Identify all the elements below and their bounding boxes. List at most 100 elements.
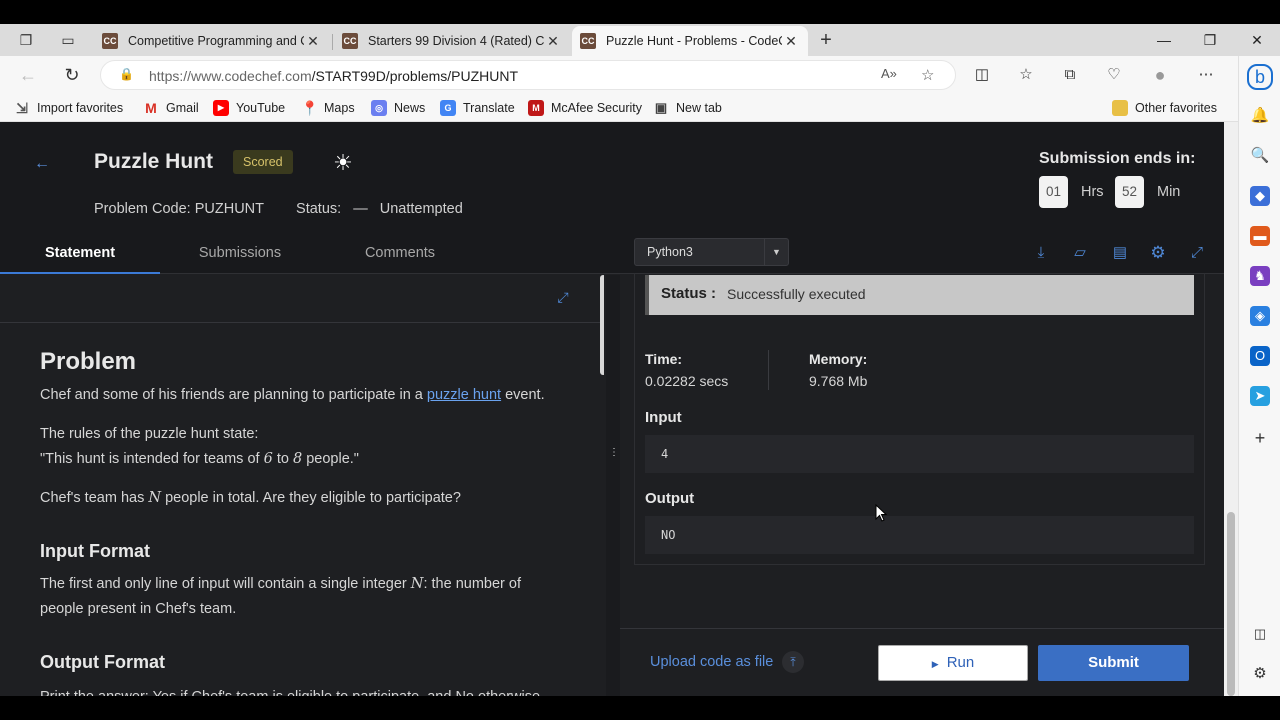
newtab-icon: ▣ xyxy=(654,100,668,115)
more-menu-icon[interactable]: ⋯ xyxy=(1194,64,1218,86)
page-scrollbar[interactable] xyxy=(1224,122,1238,696)
bing-copilot-icon[interactable]: b xyxy=(1247,64,1273,90)
close-tab-icon[interactable]: ✕ xyxy=(782,33,800,50)
import-icon: ⇲ xyxy=(16,100,28,116)
statement-toolbar: ⤢ xyxy=(0,275,604,323)
favorite-label: YouTube xyxy=(236,101,286,115)
minutes-label: Min xyxy=(1157,184,1181,200)
tab-comments[interactable]: Comments xyxy=(320,232,480,274)
statement-scrollbar[interactable] xyxy=(600,275,604,375)
codechef-favicon-icon: CC xyxy=(342,33,358,49)
panel-divider[interactable] xyxy=(606,275,620,696)
favorite-translate[interactable]: G Translate xyxy=(440,99,515,117)
language-select[interactable]: Python3 ▼ xyxy=(634,238,789,266)
run-label: Run xyxy=(946,654,975,671)
workspaces-icon[interactable]: ❐ xyxy=(17,31,35,49)
puzzle-hunt-link[interactable]: puzzle hunt xyxy=(427,387,501,403)
back-arrow-icon[interactable]: ← xyxy=(16,64,40,86)
codechef-favicon-icon: CC xyxy=(102,33,118,49)
favorite-star-icon[interactable]: ☆ xyxy=(921,66,934,84)
sidebar-settings-icon[interactable]: ⚙ xyxy=(1250,664,1270,684)
math-eight: 8 xyxy=(292,451,303,467)
favorite-label: Import favorites xyxy=(37,101,124,115)
read-aloud-icon[interactable]: A» xyxy=(881,66,897,81)
gmail-icon: M xyxy=(145,100,157,116)
statement-paragraph-2: The rules of the puzzle hunt state: "This… xyxy=(40,422,560,472)
sidebar-layout-icon[interactable]: ◫ xyxy=(1250,624,1270,644)
text: to xyxy=(272,451,293,467)
problem-tabs: Statement Submissions Comments Python3 ▼… xyxy=(0,232,1224,274)
refresh-icon[interactable]: ↻ xyxy=(60,64,84,86)
theme-toggle-sun-icon[interactable]: ☀ xyxy=(330,150,356,176)
tools-briefcase-icon[interactable]: ▬ xyxy=(1250,226,1270,246)
tab-title: Competitive Programming and Cod xyxy=(128,34,304,48)
new-tab-icon[interactable]: + xyxy=(817,30,835,50)
add-sidebar-app-icon[interactable]: + xyxy=(1250,428,1270,448)
codechef-favicon-icon: CC xyxy=(580,33,596,49)
favorite-youtube[interactable]: ▶ YouTube xyxy=(213,99,285,117)
games-icon[interactable]: ♞ xyxy=(1250,266,1270,286)
upload-icon[interactable]: ⤒ xyxy=(782,651,804,673)
problem-title: Puzzle Hunt xyxy=(94,150,213,173)
favorite-import[interactable]: ⇲ Import favorites xyxy=(14,99,123,117)
mcafee-icon: M xyxy=(528,100,544,116)
other-favorites[interactable]: Other favorites xyxy=(1112,99,1217,117)
expand-icon[interactable]: ⤢ xyxy=(553,287,573,307)
notifications-bell-icon[interactable]: 🔔 xyxy=(1250,106,1270,126)
favorites-icon[interactable]: ☆ xyxy=(1014,64,1038,86)
favorite-label: New tab xyxy=(676,101,722,115)
tab-title: Puzzle Hunt - Problems - CodeCh xyxy=(606,34,782,48)
submit-button[interactable]: Submit xyxy=(1038,645,1189,681)
scrollbar-thumb[interactable] xyxy=(1227,512,1235,696)
browser-essentials-icon[interactable]: ♡ xyxy=(1102,64,1126,86)
favorite-mcafee[interactable]: M McAfee Security xyxy=(528,99,642,117)
problem-heading: Problem xyxy=(40,348,137,375)
shopping-tag-icon[interactable]: ◆ xyxy=(1250,186,1270,206)
browser-tab-2[interactable]: CC Starters 99 Division 4 (Rated) Co ✕ xyxy=(334,26,570,56)
text: Chef's team has xyxy=(40,490,149,506)
tab-submissions[interactable]: Submissions xyxy=(160,232,320,274)
output-format-text: Print the answer: Yes if Chef's team is … xyxy=(40,685,600,696)
favorite-label: Maps xyxy=(324,101,355,115)
text: Chef and some of his friends are plannin… xyxy=(40,387,427,403)
chevron-down-icon: ▼ xyxy=(764,239,788,265)
microsoft365-icon[interactable]: ◈ xyxy=(1250,306,1270,326)
save-icon[interactable]: ▤ xyxy=(1109,242,1131,264)
window-close-icon[interactable]: ✕ xyxy=(1234,24,1280,56)
search-icon[interactable]: 🔍 xyxy=(1250,146,1270,166)
input-format-text: The first and only line of input will co… xyxy=(40,572,550,622)
send-drop-icon[interactable]: ➤ xyxy=(1250,386,1270,406)
minimize-icon[interactable]: — xyxy=(1141,24,1187,56)
browser-tab-3-active[interactable]: CC Puzzle Hunt - Problems - CodeCh ✕ xyxy=(572,26,808,56)
tab-statement[interactable]: Statement xyxy=(0,232,160,274)
url-bar[interactable]: 🔒 https://www.codechef.com/START99D/prob… xyxy=(100,60,956,90)
math-n: N xyxy=(148,490,162,506)
collections-icon[interactable]: ⧉ xyxy=(1058,64,1082,86)
favorite-maps[interactable]: 📍 Maps xyxy=(301,99,355,117)
split-screen-icon[interactable]: ◫ xyxy=(970,64,994,86)
restore-icon[interactable]: ❐ xyxy=(1187,24,1233,56)
fullscreen-icon[interactable]: ⤢ xyxy=(1186,242,1208,264)
tab-actions-icon[interactable]: ▭ xyxy=(59,31,77,49)
url-text[interactable]: https://www.codechef.com/START99D/proble… xyxy=(149,68,518,84)
time-stat: Time: 0.02282 secs xyxy=(645,348,728,392)
settings-gear-icon[interactable]: ⚙ xyxy=(1147,242,1169,264)
favorite-news[interactable]: ◎ News xyxy=(371,99,425,117)
download-icon[interactable]: ⤓ xyxy=(1030,242,1052,264)
close-tab-icon[interactable]: ✕ xyxy=(544,33,562,50)
outlook-icon[interactable]: O xyxy=(1250,346,1270,366)
favorite-label: News xyxy=(394,101,426,115)
run-button[interactable]: ▶ Run xyxy=(878,645,1028,681)
favorite-gmail[interactable]: M Gmail xyxy=(143,99,199,117)
minutes-value: 52 xyxy=(1115,176,1144,208)
close-tab-icon[interactable]: ✕ xyxy=(304,33,322,50)
minutes-timer: 52 Min xyxy=(1115,176,1180,208)
browser-tab-1[interactable]: CC Competitive Programming and Cod ✕ xyxy=(94,26,330,56)
comment-icon[interactable]: ▱ xyxy=(1069,242,1091,264)
profile-avatar-icon[interactable]: ● xyxy=(1148,64,1172,86)
favorite-newtab[interactable]: ▣ New tab xyxy=(653,99,722,117)
upload-code-link[interactable]: Upload code as file xyxy=(650,654,773,670)
drag-handle-icon[interactable]: ⋮⋮ xyxy=(609,448,629,481)
back-arrow-icon[interactable]: ← xyxy=(30,152,54,176)
hours-value: 01 xyxy=(1039,176,1068,208)
